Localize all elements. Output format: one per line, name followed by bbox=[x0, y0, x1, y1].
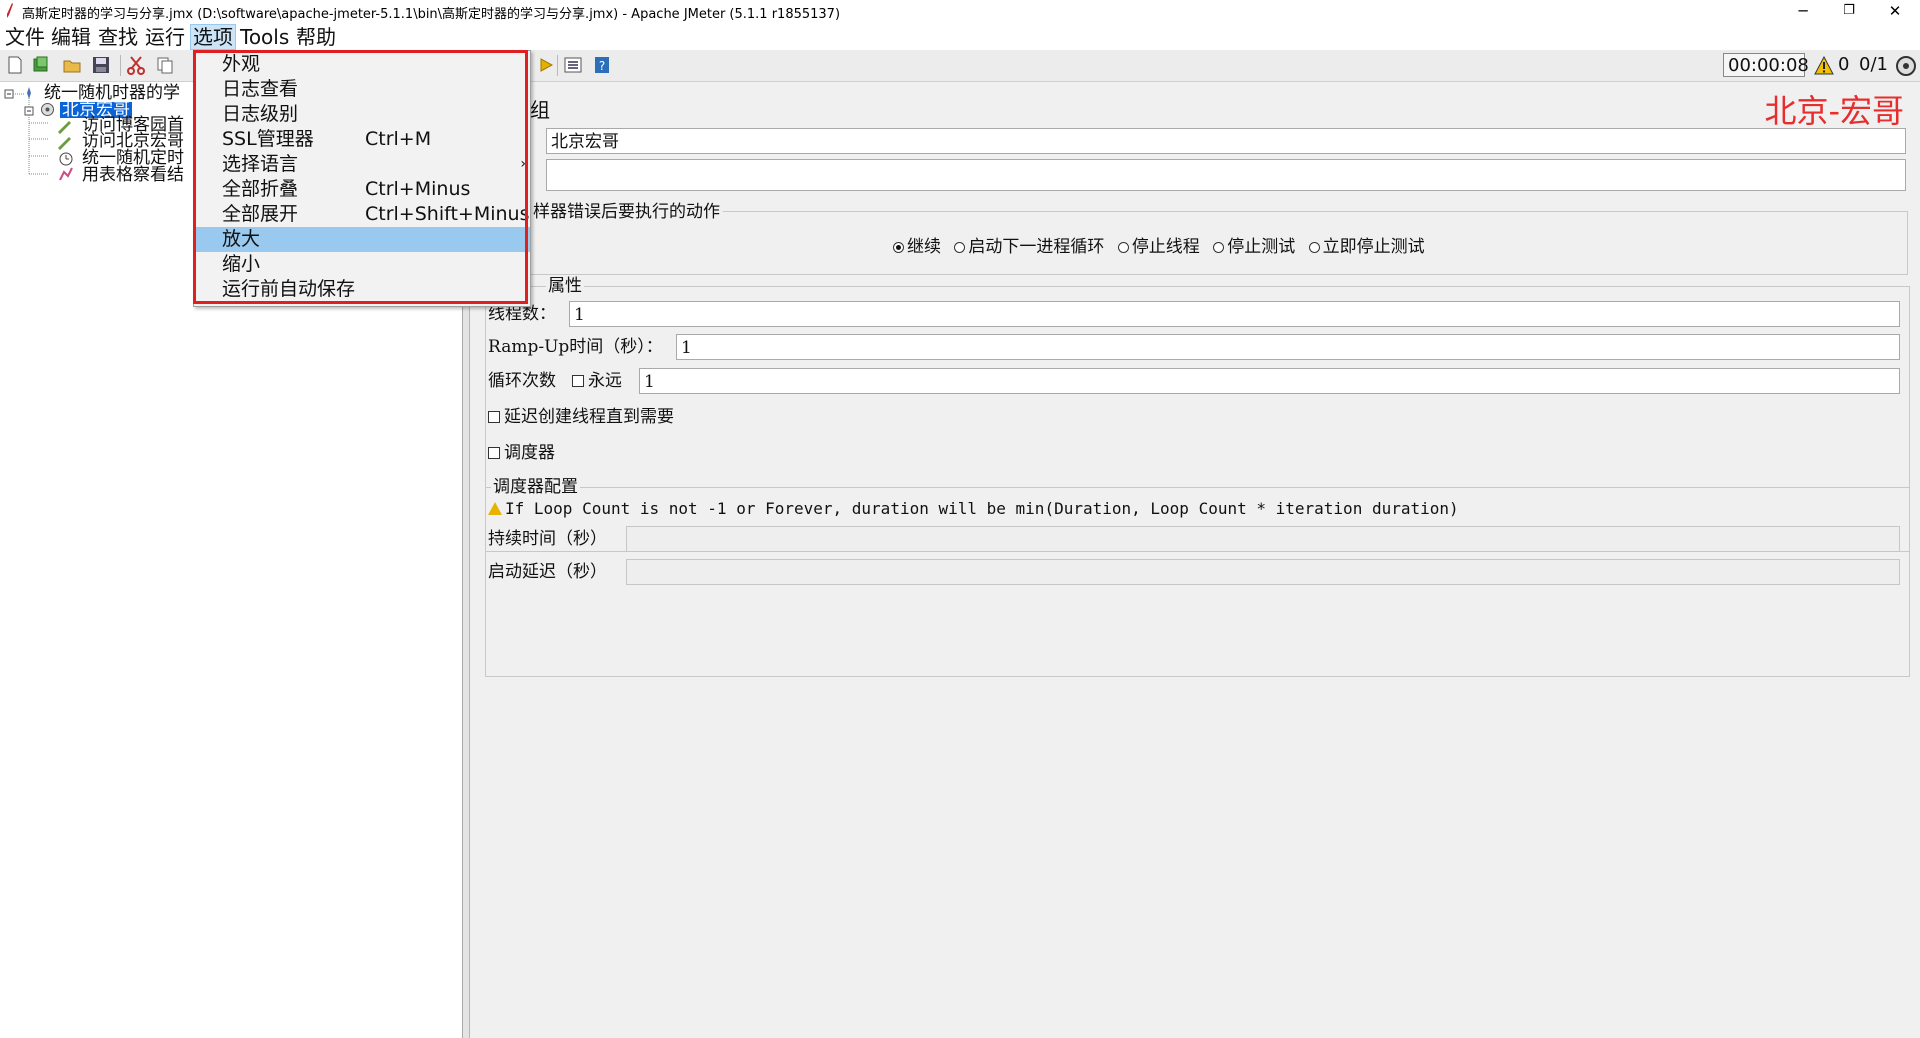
checkbox-icon bbox=[488, 447, 500, 459]
panel-heading: 组 bbox=[530, 98, 550, 122]
http-sampler-icon bbox=[58, 121, 71, 134]
checkbox-icon bbox=[572, 375, 584, 387]
menu-item-log-viewer[interactable]: 日志查看 bbox=[194, 77, 530, 102]
copy-icon[interactable] bbox=[155, 55, 175, 75]
menu-item-save-before-run[interactable]: 运行前自动保存 bbox=[194, 277, 530, 302]
listener-icon bbox=[59, 167, 73, 181]
rampup-input[interactable]: 1 bbox=[676, 334, 1900, 360]
menu-options[interactable]: 选项 bbox=[190, 24, 236, 50]
menu-edit[interactable]: 编辑 bbox=[49, 25, 93, 49]
cut-icon[interactable] bbox=[126, 55, 146, 75]
menu-item-log-level[interactable]: 日志级别 bbox=[194, 102, 530, 127]
menu-item-appearance[interactable]: 外观 bbox=[194, 52, 530, 77]
open-icon[interactable] bbox=[62, 55, 82, 75]
loop-count-input[interactable]: 1 bbox=[639, 368, 1900, 394]
warning-icon bbox=[488, 502, 502, 515]
radio-icon bbox=[954, 242, 966, 253]
startup-delay-label: 启动延迟（秒） bbox=[488, 562, 607, 582]
watermark-text: 北京-宏哥 bbox=[1764, 92, 1904, 130]
function-helper-icon[interactable] bbox=[563, 55, 583, 75]
menu-file[interactable]: 文件 bbox=[3, 25, 47, 49]
title-bar: 高斯定时器的学习与分享.jmx (D:\software\apache-jmet… bbox=[0, 0, 1920, 24]
new-file-icon[interactable] bbox=[5, 55, 25, 75]
thread-group-panel: 组 北京宏哥 样器错误后要执行的动作 继续 启动下一进程循环 停止线程 停止测试… bbox=[470, 82, 1920, 1038]
menu-item-zoom-out[interactable]: 缩小 bbox=[194, 252, 530, 277]
toolbar-separator bbox=[557, 55, 558, 76]
thread-group-icon bbox=[41, 103, 54, 116]
action-stop-test-now[interactable]: 立即停止测试 bbox=[1308, 237, 1425, 257]
action-continue[interactable]: 继续 bbox=[893, 237, 941, 257]
menu-item-ssl-manager[interactable]: SSL管理器 Ctrl+M bbox=[194, 127, 530, 152]
http-sampler-icon bbox=[58, 137, 71, 150]
elapsed-time: 00:00:08 bbox=[1728, 55, 1809, 76]
menu-bar: 文件 编辑 查找 运行 选项 Tools 帮助 bbox=[0, 24, 1920, 50]
jmeter-feather-icon bbox=[7, 3, 13, 18]
remote-status-icon[interactable] bbox=[1895, 55, 1917, 77]
menu-help[interactable]: 帮助 bbox=[294, 25, 338, 49]
thread-properties-title: 属性 bbox=[546, 275, 584, 297]
threads-input[interactable]: 1 bbox=[569, 301, 1900, 327]
startup-delay-input[interactable] bbox=[626, 559, 1900, 585]
tree-item-timer[interactable]: 统一随机定时 bbox=[82, 150, 184, 167]
svg-text:?: ? bbox=[599, 59, 605, 73]
checkbox-icon bbox=[488, 411, 500, 423]
tree-root[interactable]: 统一随机时器的学 bbox=[44, 85, 180, 102]
radio-icon bbox=[893, 242, 904, 253]
start-no-pause-icon[interactable] bbox=[537, 55, 557, 75]
menu-run[interactable]: 运行 bbox=[143, 25, 187, 49]
elapsed-time-box: 00:00:08 bbox=[1723, 53, 1809, 77]
forever-checkbox[interactable]: 永远 bbox=[572, 370, 622, 392]
menu-item-collapse-all[interactable]: 全部折叠 Ctrl+Minus bbox=[194, 177, 530, 202]
menu-item-expand-all[interactable]: 全部展开 Ctrl+Shift+Minus bbox=[194, 202, 530, 227]
tree-item-listener[interactable]: 用表格察看结 bbox=[82, 167, 184, 184]
templates-icon[interactable] bbox=[31, 55, 51, 75]
restore-button[interactable]: ❐ bbox=[1826, 0, 1872, 24]
delay-thread-creation-checkbox[interactable]: 延迟创建线程直到需要 bbox=[488, 406, 674, 428]
radio-icon bbox=[1117, 242, 1129, 253]
radio-icon bbox=[1308, 242, 1320, 253]
error-action-group: 样器错误后要执行的动作 继续 启动下一进程循环 停止线程 停止测试 立即停止测试 bbox=[527, 201, 1908, 275]
scheduler-checkbox[interactable]: 调度器 bbox=[488, 442, 555, 464]
duration-input[interactable] bbox=[626, 526, 1900, 552]
warning-icon[interactable] bbox=[1814, 56, 1834, 75]
action-stop-thread[interactable]: 停止线程 bbox=[1117, 237, 1200, 257]
loop-count-label: 循环次数 bbox=[488, 371, 556, 391]
menu-item-choose-language[interactable]: 选择语言 › bbox=[194, 152, 530, 177]
action-stop-test[interactable]: 停止测试 bbox=[1213, 237, 1295, 257]
save-icon[interactable] bbox=[91, 55, 111, 75]
submenu-arrow-icon: › bbox=[520, 156, 526, 172]
error-action-title: 样器错误后要执行的动作 bbox=[530, 201, 723, 223]
window-title: 高斯定时器的学习与分享.jmx (D:\software\apache-jmet… bbox=[22, 7, 841, 22]
comments-input[interactable] bbox=[546, 159, 1906, 191]
toolbar-separator bbox=[120, 55, 121, 76]
action-start-next-loop[interactable]: 启动下一进程循环 bbox=[954, 237, 1104, 257]
menu-search[interactable]: 查找 bbox=[96, 25, 140, 49]
test-plan-icon bbox=[27, 87, 31, 99]
radio-icon bbox=[1213, 242, 1225, 253]
scheduler-config-frame: 调度器配置 If Loop Count is not -1 or Forever… bbox=[485, 476, 1910, 677]
error-action-options: 继续 启动下一进程循环 停止线程 停止测试 立即停止测试 bbox=[893, 232, 1425, 257]
minimize-button[interactable]: ─ bbox=[1780, 0, 1826, 24]
name-input[interactable]: 北京宏哥 bbox=[546, 128, 1906, 154]
duration-label: 持续时间（秒） bbox=[488, 529, 607, 549]
options-menu: 外观 日志查看 日志级别 SSL管理器 Ctrl+M 选择语言 › 全部折叠 Ctrl… bbox=[193, 50, 531, 307]
menu-tools[interactable]: Tools bbox=[238, 25, 291, 49]
scheduler-config-title: 调度器配置 bbox=[491, 476, 580, 498]
rampup-label: Ramp-Up时间（秒）： bbox=[488, 337, 663, 357]
tree-item-sampler[interactable]: 访问北京宏哥 bbox=[82, 133, 184, 150]
warning-count: 0 bbox=[1838, 54, 1850, 75]
help-icon[interactable]: ? bbox=[592, 55, 612, 75]
timer-icon bbox=[59, 152, 73, 166]
close-button[interactable]: ✕ bbox=[1872, 0, 1918, 24]
menu-item-zoom-in[interactable]: 放大 bbox=[194, 227, 530, 252]
scheduler-warning: If Loop Count is not -1 or Forever, dura… bbox=[488, 498, 1459, 520]
active-threads: 0/1 bbox=[1859, 54, 1888, 75]
